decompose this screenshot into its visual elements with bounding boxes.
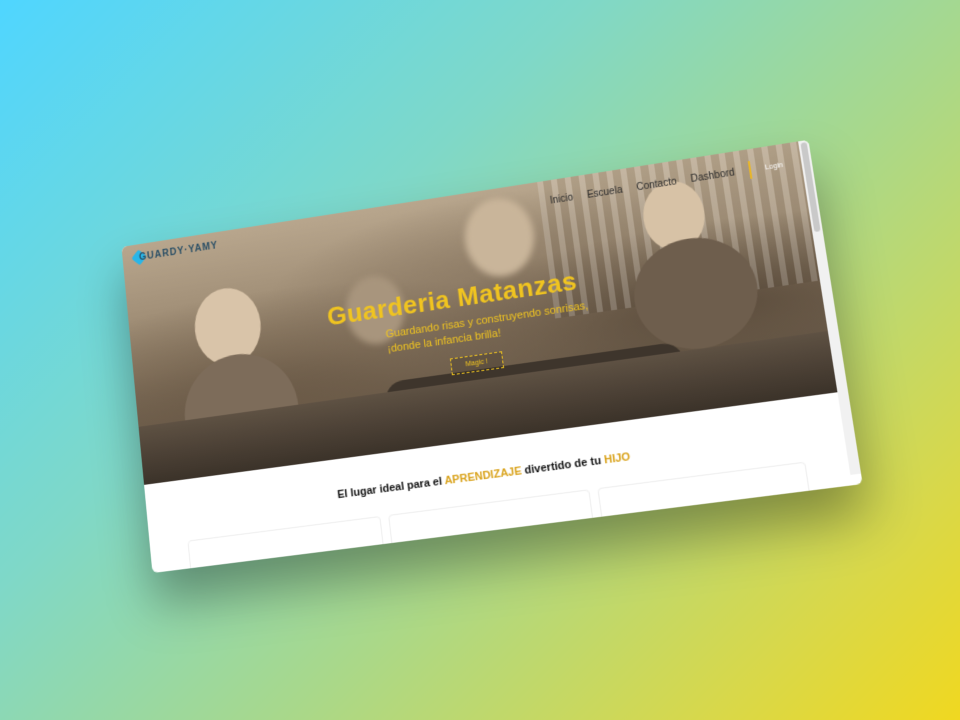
site-logo[interactable]: GUARDY·YAMY (131, 240, 219, 266)
browser-stage: GUARDY·YAMY Inicio Escuela Contacto Dash… (121, 139, 863, 574)
nav-item-inicio[interactable]: Inicio (549, 192, 573, 206)
feature-card (187, 515, 386, 574)
nav-item-escuela[interactable]: Escuela (586, 184, 623, 200)
hero-banner: GUARDY·YAMY Inicio Escuela Contacto Dash… (121, 141, 838, 485)
login-button[interactable]: Login (765, 161, 784, 171)
feature-card (388, 489, 595, 558)
heading-highlight-aprendizaje: APRENDIZAJE (443, 465, 523, 488)
heading-highlight-hijo: HIJO (603, 450, 632, 467)
heading-middle: divertido de tu (523, 454, 602, 477)
nav-separator (747, 160, 753, 179)
nav-item-contacto[interactable]: Contacto (636, 176, 678, 193)
browser-window: GUARDY·YAMY Inicio Escuela Contacto Dash… (121, 139, 863, 574)
logo-text: GUARDY·YAMY (138, 240, 219, 263)
heading-prefix: El lugar ideal para el (336, 475, 443, 502)
nav-item-dashbord[interactable]: Dashbord (690, 167, 736, 185)
feature-card (597, 461, 812, 532)
child-photo-part (460, 193, 539, 282)
